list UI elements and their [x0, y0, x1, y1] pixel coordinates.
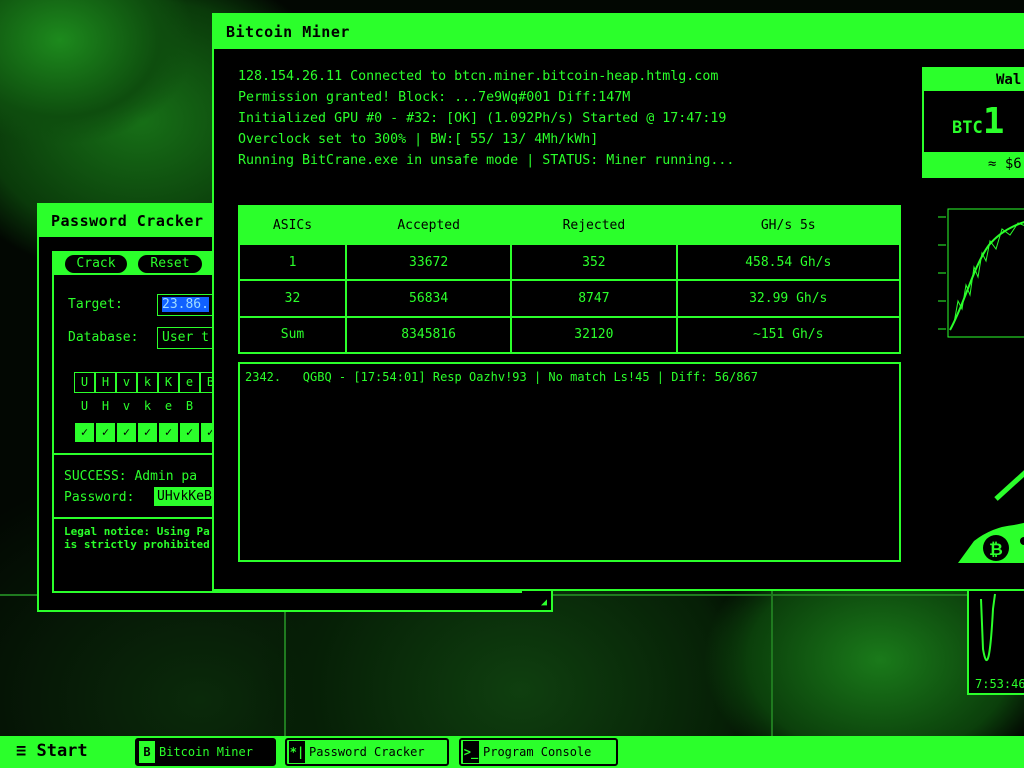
- taskbar-item-label: Program Console: [483, 745, 592, 759]
- taskbar-item-label: Bitcoin Miner: [159, 745, 253, 759]
- log-line: Initialized GPU #0 - #32: [OK] (1.092Ph/…: [238, 111, 727, 126]
- window-title: Bitcoin Miner: [226, 23, 350, 41]
- taskbar-item-password-cracker[interactable]: *| Password Cracker: [285, 738, 449, 766]
- target-label: Target:: [68, 297, 123, 312]
- char-cell: U: [74, 372, 95, 393]
- char-cell: v: [116, 372, 137, 393]
- hashrate-graph: [938, 208, 1024, 338]
- start-button[interactable]: ≡ Start: [16, 741, 88, 761]
- wallet-usd: ≈ $6: [924, 152, 1024, 176]
- monitor-graph: [980, 593, 996, 662]
- wallet-balance: BTC1: [952, 104, 1004, 140]
- grid-line: [771, 590, 773, 736]
- log-line: Permission granted! Block: ...7e9Wq#001 …: [238, 90, 631, 105]
- miner-console[interactable]: 2342. QGBQ - [17:54:01] Resp Oazhv!93 | …: [238, 362, 901, 562]
- char-cell: v: [122, 399, 131, 413]
- database-label: Database:: [68, 330, 139, 345]
- check-icon: ✓: [179, 422, 200, 443]
- reset-button[interactable]: Reset: [138, 255, 202, 273]
- column-header: GH/s 5s: [675, 205, 901, 245]
- column-header: Rejected: [510, 205, 678, 245]
- char-cell: k: [143, 399, 152, 413]
- wallet-panel: Wal BTC1 ≈ $6: [922, 67, 1024, 178]
- bitcoin-miner-window: Bitcoin Miner 128.154.26.11 Connected to…: [212, 13, 1024, 591]
- table-row: Sum 8345816 32120 ~151 Gh/s: [238, 315, 901, 355]
- legal-notice: Legal notice: Using Pa: [64, 525, 210, 538]
- password-label: Password:: [64, 490, 135, 505]
- table-cell: 32120: [510, 315, 678, 355]
- wallet-currency: BTC: [952, 118, 983, 138]
- terminal-icon: >_: [463, 741, 479, 763]
- cracker-icon: *|: [289, 741, 305, 763]
- char-cell: B: [185, 399, 194, 413]
- table-cell: 8747: [510, 279, 678, 318]
- char-cell: H: [95, 372, 116, 393]
- monitor-timestamp: 7:53:46: [975, 677, 1024, 691]
- success-message: SUCCESS: Admin pa: [64, 469, 198, 484]
- table-cell: 32: [238, 279, 347, 318]
- char-cell: e: [164, 399, 173, 413]
- window-title: Password Cracker: [51, 212, 204, 230]
- column-header: ASICs: [238, 205, 347, 245]
- taskbar: ≡ Start B Bitcoin Miner *| Password Cracke…: [0, 736, 1024, 768]
- wallet-amount: 1: [982, 101, 1005, 142]
- bitcoin-icon: B: [139, 741, 155, 763]
- table-header-row: ASICs Accepted Rejected GH/s 5s: [238, 205, 901, 245]
- crack-button[interactable]: Crack: [65, 255, 127, 273]
- char-cell: e: [179, 372, 200, 393]
- table-cell: 56834: [344, 279, 513, 318]
- table-cell: 33672: [344, 242, 513, 282]
- char-cell: U: [80, 399, 89, 413]
- bitcoin-gauge-icon: ₿: [958, 470, 1024, 563]
- log-line: 128.154.26.11 Connected to btcn.miner.bi…: [238, 69, 719, 84]
- char-cell: H: [101, 399, 110, 413]
- bitcoin-miner-titlebar[interactable]: Bitcoin Miner: [214, 15, 1024, 49]
- check-icon: ✓: [116, 422, 137, 443]
- table-cell: ~151 Gh/s: [675, 315, 901, 355]
- taskbar-item-label: Password Cracker: [309, 745, 425, 759]
- grid-line: [284, 596, 286, 736]
- check-icon: ✓: [74, 422, 95, 443]
- password-value[interactable]: UHvkKeB: [154, 487, 215, 506]
- table-cell: 32.99 Gh/s: [675, 279, 901, 318]
- svg-text:₿: ₿: [989, 540, 1003, 560]
- table-cell: Sum: [238, 315, 347, 355]
- table-cell: 352: [510, 242, 678, 282]
- char-row-guessed: U H v k K e B: [74, 372, 221, 393]
- char-cell: k: [137, 372, 158, 393]
- char-cell: K: [158, 372, 179, 393]
- log-line: Running BitCrane.exe in unsafe mode | ST…: [238, 153, 735, 168]
- char-row-plain: U H v k e B: [74, 397, 200, 418]
- check-icon: ✓: [95, 422, 116, 443]
- console-line: 2342. QGBQ - [17:54:01] Resp Oazhv!93 | …: [245, 370, 758, 384]
- target-value: 23.86.: [162, 297, 209, 312]
- table-cell: 8345816: [344, 315, 513, 355]
- table-cell: 458.54 Gh/s: [675, 242, 901, 282]
- wallet-title: Wal: [924, 69, 1024, 91]
- log-line: Overclock set to 300% | BW:[ 55/ 13/ 4Mh…: [238, 132, 599, 147]
- taskbar-item-bitcoin-miner[interactable]: B Bitcoin Miner: [135, 738, 276, 766]
- table-row: 1 33672 352 458.54 Gh/s: [238, 242, 901, 282]
- taskbar-item-program-console[interactable]: >_ Program Console: [459, 738, 618, 766]
- table-row: 32 56834 8747 32.99 Gh/s: [238, 279, 901, 318]
- monitor-window: 7:53:46: [967, 585, 1024, 695]
- table-cell: 1: [238, 242, 347, 282]
- legal-notice-2: is strictly prohibited a: [64, 538, 223, 551]
- check-icon: ✓: [158, 422, 179, 443]
- char-row-checks: ✓ ✓ ✓ ✓ ✓ ✓ ✓: [74, 422, 221, 443]
- asic-stats-table: ASICs Accepted Rejected GH/s 5s 1 33672 …: [238, 205, 901, 355]
- resize-grip-icon[interactable]: ◢: [541, 597, 547, 608]
- check-icon: ✓: [137, 422, 158, 443]
- database-value: User t: [162, 330, 209, 345]
- column-header: Accepted: [344, 205, 513, 245]
